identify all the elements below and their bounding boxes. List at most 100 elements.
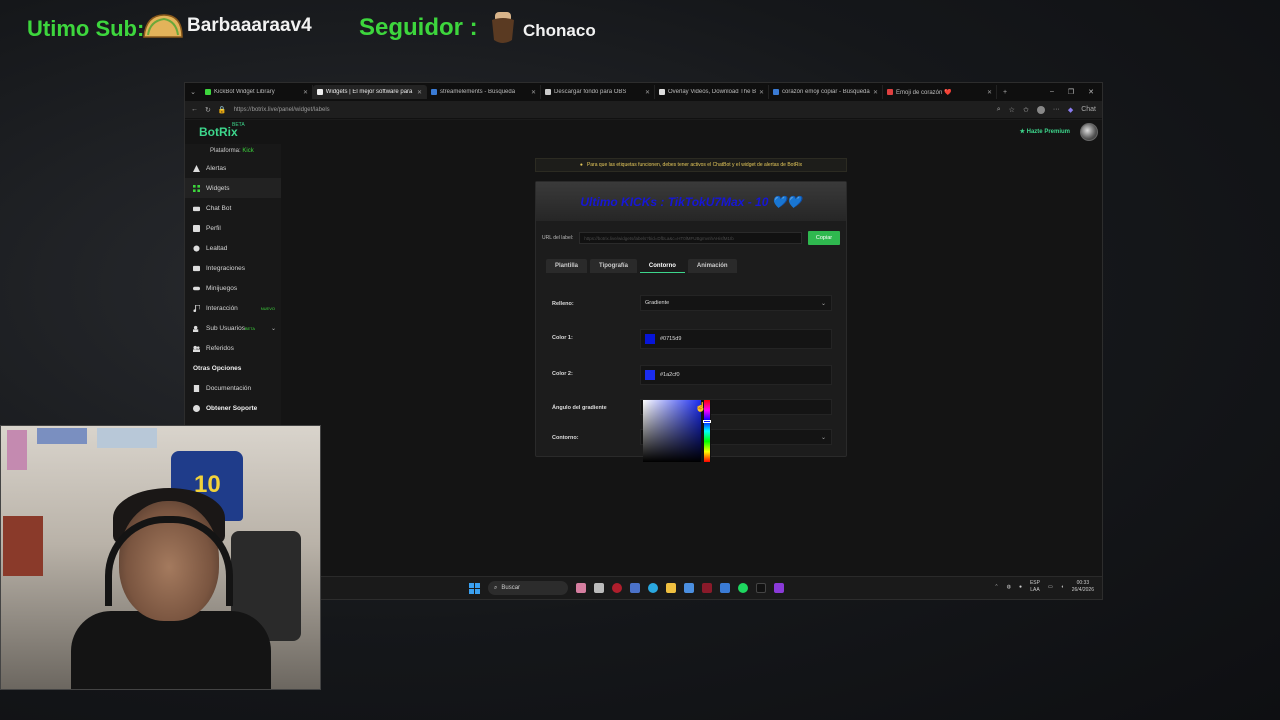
user-avatar[interactable] — [1080, 123, 1098, 141]
sidebar-item-chatbot[interactable]: Chat Bot — [185, 198, 281, 218]
tab-label: streamelements - Búsqueda — [440, 89, 516, 95]
browser-tab[interactable]: Descargar fondo para OBS ✕ — [541, 85, 655, 99]
minimize-icon[interactable]: – — [1050, 88, 1054, 96]
taskbar-search[interactable]: ⌕ Buscar — [488, 581, 568, 595]
clock[interactable]: 00:33 26/4/2026 — [1072, 580, 1094, 594]
sidebar-item-perfil[interactable]: Perfil — [185, 218, 281, 238]
robot-icon — [193, 206, 200, 211]
reload-icon[interactable]: ↻ — [205, 106, 211, 114]
hue-handle[interactable] — [703, 420, 711, 423]
browser-tab[interactable]: Overlay Videos, Download The B ✕ — [655, 85, 769, 99]
close-icon[interactable]: ✕ — [417, 89, 422, 96]
browser-tab[interactable]: streamelements - Búsqueda ✕ — [427, 85, 541, 99]
color-picker-popup[interactable]: ☝ — [643, 400, 711, 462]
notice-text: Para que las etiquetas funcionen, debes … — [586, 162, 803, 168]
sidebar-item-widgets[interactable]: Widgets — [185, 178, 281, 198]
restore-icon[interactable]: ❐ — [1068, 88, 1074, 96]
network-icon[interactable]: ◍ — [1007, 584, 1011, 590]
chevron-down-icon[interactable]: ⌄ — [271, 325, 276, 332]
tab-label: KickBot Widget Library — [214, 89, 275, 95]
tab-label: Emoji de corazón ❤️ — [896, 89, 952, 96]
close-icon[interactable]: ✕ — [645, 89, 650, 96]
spotify-icon[interactable] — [738, 583, 748, 593]
sidebar-item-lealtad[interactable]: Lealtad — [185, 238, 281, 258]
windows-start-icon[interactable] — [469, 582, 480, 594]
close-icon[interactable]: ✕ — [303, 89, 308, 96]
browser-tab[interactable]: corazón emoji copiar - Búsqueda ✕ — [769, 85, 883, 99]
label-url-field[interactable]: https://botrix.live/widgets/labels?bid=D… — [579, 232, 802, 244]
sidebar-item-label: Obtener Soporte — [206, 404, 258, 412]
url-label: URL del label: — [542, 235, 574, 241]
url-field[interactable]: https://botrix.live/panel/widget/labels — [234, 107, 990, 113]
color1-swatch[interactable] — [645, 334, 655, 344]
browser-tab-active[interactable]: Widgets | El mejor software para s ✕ — [313, 85, 427, 99]
tab-animacion[interactable]: Animación — [687, 259, 737, 273]
sidebar-item-referidos[interactable]: Referidos — [185, 338, 281, 358]
beard-icon — [492, 12, 514, 43]
new-tab-icon[interactable]: + — [997, 89, 1013, 96]
task-view-icon[interactable] — [594, 583, 604, 593]
browser-tab[interactable]: KickBot Widget Library ✕ — [201, 85, 313, 99]
fill-select[interactable]: Gradiente ⌄ — [640, 295, 832, 311]
sidebar-item-soporte[interactable]: Obtener Soporte — [185, 398, 281, 418]
calculator-icon[interactable] — [630, 583, 640, 593]
color2-input[interactable]: #1a2cf0 — [640, 365, 832, 385]
tab-tipografia[interactable]: Tipografía — [590, 259, 637, 273]
premium-link[interactable]: ★ Hazte Premium — [1020, 128, 1070, 135]
platform-value: Kick — [242, 148, 254, 154]
browser-tab[interactable]: Emoji de corazón ❤️ ✕ — [883, 85, 997, 99]
volume-icon[interactable]: ◖ — [1061, 584, 1064, 590]
close-icon[interactable]: ✕ — [759, 89, 764, 96]
close-icon[interactable]: ✕ — [873, 89, 878, 96]
sidebar-item-label: Widgets — [206, 184, 230, 192]
sidebar-item-integraciones[interactable]: Integraciones — [185, 258, 281, 278]
tab-plantilla[interactable]: Plantilla — [546, 259, 588, 273]
profile-avatar-icon[interactable] — [1036, 105, 1045, 114]
sidebar-item-sub-usuarios[interactable]: Sub Usuarios BETA ⌄ — [185, 318, 281, 338]
sidebar-item-label: Sub Usuarios — [206, 324, 246, 332]
store-icon[interactable] — [684, 583, 694, 593]
wifi-icon[interactable]: ▭ — [1048, 584, 1053, 590]
tiktok-icon[interactable] — [756, 583, 766, 593]
clock-date: 26/4/2026 — [1071, 587, 1094, 593]
chat-label[interactable]: Chat — [1081, 106, 1096, 113]
chevron-down-icon: ⌄ — [820, 434, 826, 441]
close-window-icon[interactable]: ✕ — [1088, 88, 1094, 96]
favorites-icon[interactable]: ✩ — [1023, 106, 1029, 114]
bookmark-star-icon[interactable]: ☆ — [1009, 106, 1015, 114]
folder-icon[interactable] — [666, 583, 676, 593]
saturation-area[interactable] — [643, 400, 701, 462]
app-icon[interactable] — [702, 583, 712, 593]
sidebar-item-interaccion[interactable]: Interacción NUEVO — [185, 298, 281, 318]
language-indicator[interactable]: ESP LAA — [1030, 580, 1040, 594]
sidebar-item-label: Perfil — [206, 224, 221, 232]
stream-overlay-bar: Utimo Sub: Barbaaaraav4 Seguidor : Chona… — [0, 10, 1280, 50]
copy-button[interactable]: Copiar — [808, 231, 840, 245]
edge-icon[interactable] — [648, 583, 658, 593]
follower-name: Chonaco — [523, 21, 596, 40]
widgets-icon[interactable] — [576, 583, 586, 593]
close-icon[interactable]: ✕ — [987, 89, 992, 96]
mic-icon[interactable]: ● — [1019, 584, 1022, 590]
integrations-icon — [193, 265, 200, 271]
platform-label: Plataforma: — [210, 148, 241, 154]
chevron-up-icon[interactable]: ⌃ — [994, 584, 998, 590]
color2-swatch[interactable] — [645, 370, 655, 380]
sidebar-item-alertas[interactable]: Alertas — [185, 158, 281, 178]
color1-input[interactable]: #0715d9 — [640, 329, 832, 349]
copilot-icon[interactable]: ◆ — [1068, 106, 1073, 114]
lang-bottom: LAA — [1030, 587, 1040, 593]
opera-icon[interactable] — [612, 583, 622, 593]
tab-menu-icon[interactable]: ⌄ — [185, 88, 201, 96]
sidebar-item-documentacion[interactable]: Documentación — [185, 378, 281, 398]
search-icon[interactable]: ⌕ — [997, 106, 1001, 114]
favicon-icon — [659, 89, 665, 95]
tab-contorno[interactable]: Contorno — [639, 259, 685, 273]
app-icon[interactable] — [720, 583, 730, 593]
sidebar-item-minijuegos[interactable]: Minijuegos — [185, 278, 281, 298]
tab-label: corazón emoji copiar - Búsqueda — [782, 89, 870, 95]
more-icon[interactable]: ··· — [1053, 106, 1060, 113]
close-icon[interactable]: ✕ — [531, 89, 536, 96]
back-icon[interactable]: ← — [191, 106, 198, 113]
app-icon[interactable] — [774, 583, 784, 593]
